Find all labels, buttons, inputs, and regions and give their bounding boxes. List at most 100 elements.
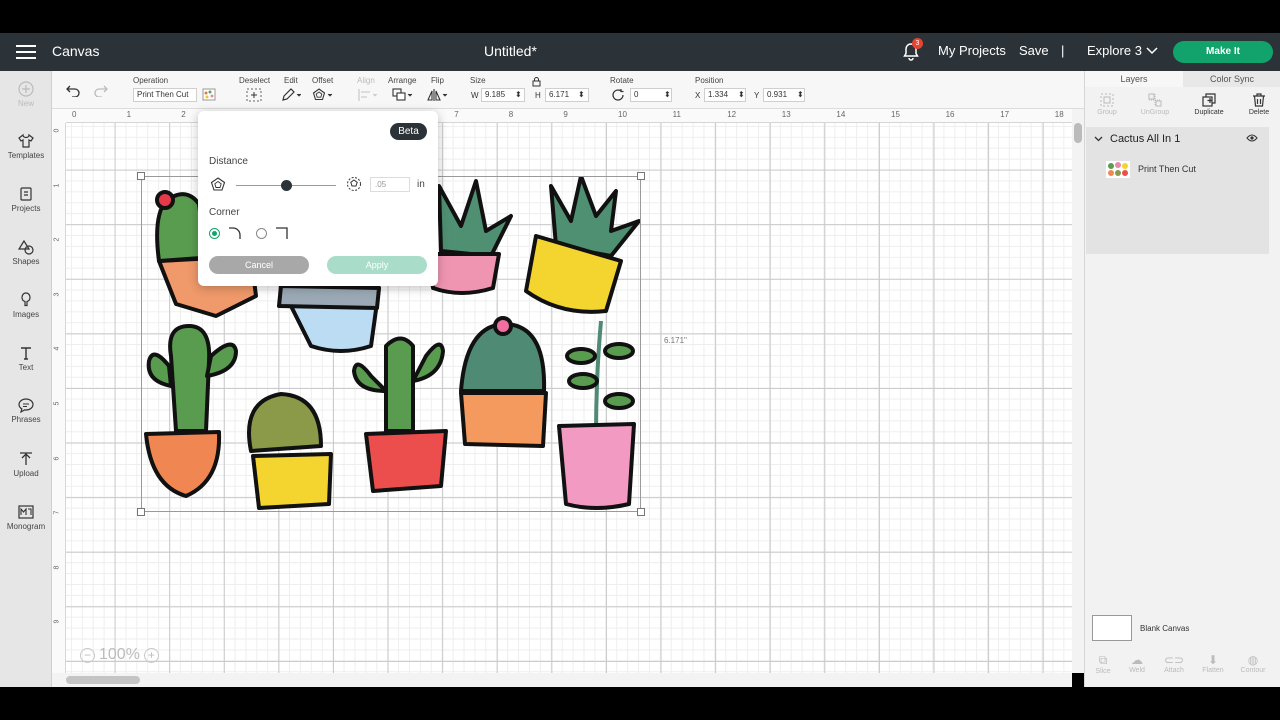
inner-offset-icon — [210, 177, 226, 191]
eye-icon[interactable] — [1246, 134, 1258, 142]
zoom-in-button[interactable]: + — [143, 647, 159, 663]
save-button[interactable]: Save — [1019, 43, 1049, 58]
layer-group[interactable]: Cactus All In 1 Print Then Cut — [1086, 127, 1269, 254]
rotate-stepper[interactable]: ⬍ — [664, 90, 671, 99]
width-stepper[interactable]: ⬍ — [515, 90, 522, 99]
ruler-tick: 2 — [181, 110, 186, 119]
blank-canvas-swatch[interactable] — [1092, 615, 1132, 641]
horizontal-scrollbar[interactable] — [52, 673, 1072, 687]
x-stepper[interactable]: ⬍ — [738, 90, 745, 99]
ruler-tick: 11 — [672, 110, 681, 119]
tab-color-sync[interactable]: Color Sync — [1183, 71, 1280, 87]
apply-button[interactable]: Apply — [327, 256, 427, 274]
sidebar-item-new[interactable]: New — [0, 81, 52, 108]
make-it-button[interactable]: Make It — [1173, 41, 1273, 63]
edit-toolbar: Operation Print Then Cut Deselect Edit O… — [52, 71, 1084, 109]
flip-label: Flip — [431, 76, 444, 85]
flip-icon[interactable] — [427, 88, 449, 102]
weld-button[interactable]: ☁ Weld — [1119, 653, 1155, 674]
sidebar-item-phrases[interactable]: Phrases — [0, 397, 52, 424]
sidebar-item-templates[interactable]: Templates — [0, 133, 52, 160]
ruler-tick: 16 — [945, 110, 955, 119]
arrange-icon[interactable] — [392, 88, 414, 102]
vertical-scrollbar[interactable] — [1072, 109, 1084, 673]
rotate-icon[interactable] — [611, 88, 625, 102]
distance-slider-thumb[interactable] — [281, 180, 292, 191]
size-label: Size — [470, 76, 486, 85]
duplicate-button[interactable]: Duplicate — [1184, 93, 1234, 116]
ungroup-button[interactable]: UnGroup — [1130, 93, 1180, 116]
ruler-tick: 7 — [53, 510, 61, 515]
sidebar-label: New — [17, 99, 34, 108]
header-separator: | — [1061, 43, 1065, 58]
projects-icon — [20, 187, 32, 201]
tool-label: Contour — [1240, 667, 1266, 674]
menu-icon[interactable] — [16, 45, 36, 59]
group-icon — [1100, 93, 1114, 107]
undo-icon[interactable] — [66, 85, 80, 97]
text-icon — [21, 347, 31, 360]
ruler-tick: 9 — [563, 110, 568, 119]
offset-icon[interactable] — [312, 88, 334, 102]
cancel-button[interactable]: Cancel — [209, 256, 309, 274]
attach-button[interactable]: ⊂⊃ Attach — [1156, 653, 1192, 674]
images-icon — [21, 292, 31, 307]
ruler-tick: 2 — [53, 237, 61, 242]
ruler-tick: 1 — [126, 110, 132, 119]
resize-handle-bottom-right[interactable] — [637, 508, 645, 516]
layer-item[interactable]: Print Then Cut — [1106, 159, 1266, 181]
sidebar-label: Images — [12, 310, 40, 319]
sidebar-item-projects[interactable]: Projects — [0, 186, 52, 213]
shapes-icon — [18, 239, 34, 255]
group-button[interactable]: Group — [1082, 93, 1132, 116]
lock-icon[interactable] — [532, 77, 541, 87]
ruler-tick: 3 — [53, 292, 61, 297]
y-stepper[interactable]: ⬍ — [797, 90, 804, 99]
machine-select[interactable]: Explore 3 — [1087, 43, 1142, 58]
outer-offset-icon — [347, 177, 361, 191]
position-label: Position — [695, 76, 724, 85]
my-projects-link[interactable]: My Projects — [938, 43, 1006, 58]
edit-label: Edit — [284, 76, 298, 85]
operation-label: Operation — [133, 76, 169, 85]
tab-layers[interactable]: Layers — [1085, 71, 1183, 87]
ruler-vertical: 0 1 2 3 4 5 6 7 8 9 — [52, 123, 66, 673]
redo-icon[interactable] — [94, 85, 108, 97]
sidebar-item-upload[interactable]: Upload — [0, 451, 52, 478]
sidebar-item-monogram[interactable]: Monogram — [0, 504, 52, 531]
distance-input[interactable]: .05 — [370, 177, 410, 192]
height-stepper[interactable]: ⬍ — [578, 90, 585, 99]
delete-button[interactable]: Delete — [1234, 93, 1280, 116]
resize-handle-top-left[interactable] — [137, 172, 145, 180]
layer-thumbnail — [1106, 161, 1130, 178]
zoom-out-button[interactable]: − — [80, 647, 95, 663]
slice-button[interactable]: ⧉ Slice — [1085, 653, 1121, 675]
align-icon[interactable] — [357, 88, 379, 102]
tool-label: Weld — [1129, 667, 1145, 674]
sidebar-label: Shapes — [12, 257, 40, 266]
flatten-button[interactable]: ⬇ Flatten — [1195, 653, 1231, 674]
contour-button[interactable]: ◍ Contour — [1235, 653, 1271, 674]
layer-group-name: Cactus All In 1 — [1110, 133, 1181, 145]
operation-select[interactable]: Print Then Cut — [133, 88, 197, 102]
zoom-level: 100% — [99, 646, 140, 663]
deselect-icon[interactable] — [246, 88, 262, 102]
chevron-down-icon[interactable] — [1094, 136, 1103, 142]
sidebar-item-shapes[interactable]: Shapes — [0, 239, 52, 266]
ruler-tick: 13 — [781, 110, 791, 119]
resize-handle-top-right[interactable] — [637, 172, 645, 180]
distance-label: Distance — [209, 156, 248, 167]
ruler-tick: 17 — [1000, 110, 1010, 119]
sidebar-item-text[interactable]: Text — [0, 345, 52, 372]
square-corner-icon — [276, 227, 288, 239]
pencil-icon[interactable] — [281, 88, 301, 102]
resize-handle-bottom-left[interactable] — [137, 508, 145, 516]
corner-square-radio[interactable] — [256, 228, 267, 239]
corner-rounded-radio[interactable] — [209, 228, 220, 239]
ruler-tick: 18 — [1054, 110, 1064, 119]
sidebar-item-images[interactable]: Images — [0, 292, 52, 319]
document-title[interactable]: Untitled* — [484, 43, 537, 59]
sidebar-label: Templates — [7, 151, 45, 160]
layer-name: Print Then Cut — [1138, 164, 1196, 174]
chevron-down-icon[interactable] — [1146, 47, 1158, 55]
